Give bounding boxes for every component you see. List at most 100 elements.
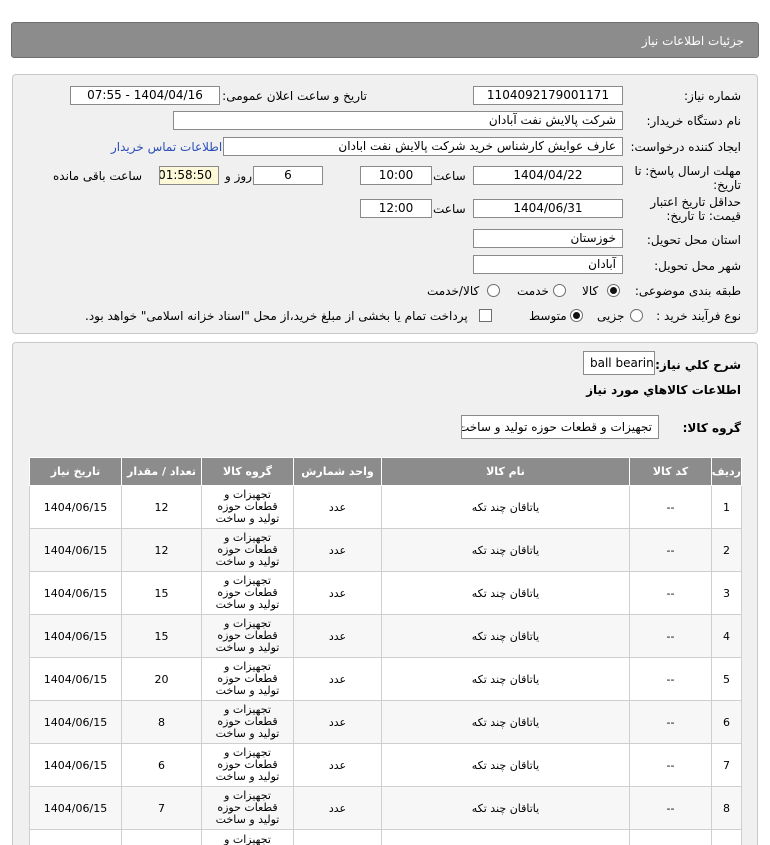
cell-item-name: یاتاقان چند تکه xyxy=(381,700,630,744)
days-label: روز و xyxy=(225,169,252,183)
group-field: تجهیزات و قطعات حوزه تولید و ساخت xyxy=(461,415,659,439)
cell-item-group: تجهیزات و قطعات حوزه تولید و ساخت xyxy=(201,614,294,658)
category-service-label: خدمت xyxy=(517,284,549,298)
cell-item-group: تجهیزات و قطعات حوزه تولید و ساخت xyxy=(201,528,294,572)
table-row: 1 -- یاتاقان چند تکه عدد تجهیزات و قطعات… xyxy=(29,485,742,529)
cell-quantity: 12 xyxy=(121,485,202,529)
page-header: جزئیات اطلاعات نیاز xyxy=(11,22,759,58)
cell-item-name: یاتاقان چند تکه xyxy=(381,743,630,787)
cell-quantity: 6 xyxy=(121,743,202,787)
validity-label-2: قیمت: تا تاریخ: xyxy=(666,209,741,223)
cell-need-date: 1404/06/15 xyxy=(29,614,122,658)
need-number-label: شماره نیاز: xyxy=(684,89,741,103)
cell-unit: عدد xyxy=(293,700,382,744)
category-label: طبقه بندی موضوعی: xyxy=(634,284,741,298)
cell-item-group: تجهیزات و قطعات حوزه تولید و ساخت xyxy=(201,786,294,830)
remaining-label: ساعت باقی مانده xyxy=(53,169,143,183)
col-need-date: تاریخ نیاز xyxy=(29,457,122,486)
cell-row-number: 2 xyxy=(711,528,742,572)
deadline-time-label: ساعت xyxy=(433,169,466,183)
purchase-type-minor-radio[interactable] xyxy=(630,309,643,322)
table-row: 2 -- یاتاقان چند تکه عدد تجهیزات و قطعات… xyxy=(29,528,742,572)
purchase-type-minor-label: جزیی xyxy=(597,309,625,323)
table-row: 8 -- یاتاقان چند تکه عدد تجهیزات و قطعات… xyxy=(29,786,742,830)
category-goods-service-label: کالا/خدمت xyxy=(427,284,480,298)
validity-label-1: حداقل تاریخ اعتبار xyxy=(650,195,741,209)
cell-item-group: تجهیزات و قطعات حوزه تولید و ساخت xyxy=(201,700,294,744)
need-number-field: 1104092179001171 xyxy=(473,86,623,105)
cell-unit: عدد xyxy=(293,743,382,787)
buyer-org-field: شرکت پالایش نفت آبادان xyxy=(173,111,623,130)
cell-need-date xyxy=(29,829,122,845)
cell-row-number: 8 xyxy=(711,786,742,830)
cell-item-name: یاتاقان چند تکه xyxy=(381,786,630,830)
col-item-group: گروه کالا xyxy=(201,457,294,486)
remaining-time-field: 01:58:50 xyxy=(159,166,219,185)
cell-item-code: -- xyxy=(629,700,712,744)
deadline-date-field: 1404/04/22 xyxy=(473,166,623,185)
col-quantity: تعداد / مقدار xyxy=(121,457,202,486)
col-item-name: نام کالا xyxy=(381,457,630,486)
cell-item-group: تجهیزات و قطعات حوزه تولید و ساخت xyxy=(201,485,294,529)
deadline-label-1: مهلت ارسال پاسخ: تا xyxy=(634,164,741,178)
creator-label: ایجاد کننده درخواست: xyxy=(630,140,741,154)
category-service-radio[interactable] xyxy=(553,284,566,297)
cell-item-name: یاتاقان چند تکه xyxy=(381,571,630,615)
cell-need-date: 1404/06/15 xyxy=(29,571,122,615)
cell-item-group: تجهیزات و قطعات حوزه تولید و ساخت xyxy=(201,571,294,615)
province-label: استان محل تحویل: xyxy=(646,233,741,247)
table-header-row: ردیف کد کالا نام کالا واحد شمارش گروه کا… xyxy=(29,457,742,486)
cell-quantity: 20 xyxy=(121,657,202,701)
table-row: 6 -- یاتاقان چند تکه عدد تجهیزات و قطعات… xyxy=(29,700,742,744)
col-item-code: کد کالا xyxy=(629,457,712,486)
category-goods-label: کالا xyxy=(582,284,599,298)
cell-quantity: 15 xyxy=(121,614,202,658)
cell-item-code: -- xyxy=(629,786,712,830)
table-row: 4 -- یاتاقان چند تکه عدد تجهیزات و قطعات… xyxy=(29,614,742,658)
announce-label: تاریخ و ساعت اعلان عمومی: xyxy=(222,89,367,103)
creator-field: عارف عوایش کارشناس خرید شرکت پالایش نفت … xyxy=(223,137,623,156)
buyer-org-label: نام دستگاه خریدار: xyxy=(646,114,742,128)
cell-need-date: 1404/06/15 xyxy=(29,743,122,787)
cell-unit: عدد xyxy=(293,485,382,529)
purchase-type-medium-label: متوسط xyxy=(529,309,567,323)
cell-need-date: 1404/06/15 xyxy=(29,700,122,744)
page-title: جزئیات اطلاعات نیاز xyxy=(641,34,744,48)
purchase-type-medium-radio[interactable] xyxy=(570,309,583,322)
province-field: خوزستان xyxy=(473,229,623,248)
treasury-payment-checkbox[interactable] xyxy=(479,309,492,322)
table-row: 3 -- یاتاقان چند تکه عدد تجهیزات و قطعات… xyxy=(29,571,742,615)
table-row: 5 -- یاتاقان چند تکه عدد تجهیزات و قطعات… xyxy=(29,657,742,701)
items-panel: شرح کلي نياز: ball bearing اطلاعات کالاه… xyxy=(12,342,758,845)
cell-item-name: یاتاقان چند تکه xyxy=(381,614,630,658)
cell-need-date: 1404/06/15 xyxy=(29,786,122,830)
cell-item-name xyxy=(381,829,630,845)
cell-row-number: 6 xyxy=(711,700,742,744)
days-field: 6 xyxy=(253,166,323,185)
cell-unit: عدد xyxy=(293,571,382,615)
cell-item-name: یاتاقان چند تکه xyxy=(381,485,630,529)
cell-item-group: تجهیزات و قطعات حوزه تولید و ساخت xyxy=(201,743,294,787)
cell-row-number: 9 xyxy=(711,829,742,845)
buyer-contact-link[interactable]: اطلاعات تماس خریدار xyxy=(111,140,222,154)
col-row-number: ردیف xyxy=(711,457,742,486)
cell-item-group: تجهیزات و قطعات xyxy=(201,829,294,845)
table-row: 9 تجهیزات و قطعات xyxy=(29,829,742,845)
cell-item-code xyxy=(629,829,712,845)
cell-item-code: -- xyxy=(629,485,712,529)
cell-row-number: 5 xyxy=(711,657,742,701)
items-table: ردیف کد کالا نام کالا واحد شمارش گروه کا… xyxy=(29,457,742,845)
cell-row-number: 7 xyxy=(711,743,742,787)
cell-quantity xyxy=(121,829,202,845)
category-goods-service-radio[interactable] xyxy=(487,284,500,297)
description-field: ball bearing xyxy=(583,351,655,375)
group-label: گروه کالا: xyxy=(682,421,741,435)
cell-item-code: -- xyxy=(629,743,712,787)
category-goods-radio[interactable] xyxy=(607,284,620,297)
city-field: آبادان xyxy=(473,255,623,274)
cell-need-date: 1404/06/15 xyxy=(29,657,122,701)
cell-quantity: 7 xyxy=(121,786,202,830)
description-label: شرح کلي نياز: xyxy=(655,358,741,372)
need-info-panel: شماره نیاز: 1104092179001171 تاریخ و ساع… xyxy=(12,74,758,334)
cell-item-code: -- xyxy=(629,657,712,701)
